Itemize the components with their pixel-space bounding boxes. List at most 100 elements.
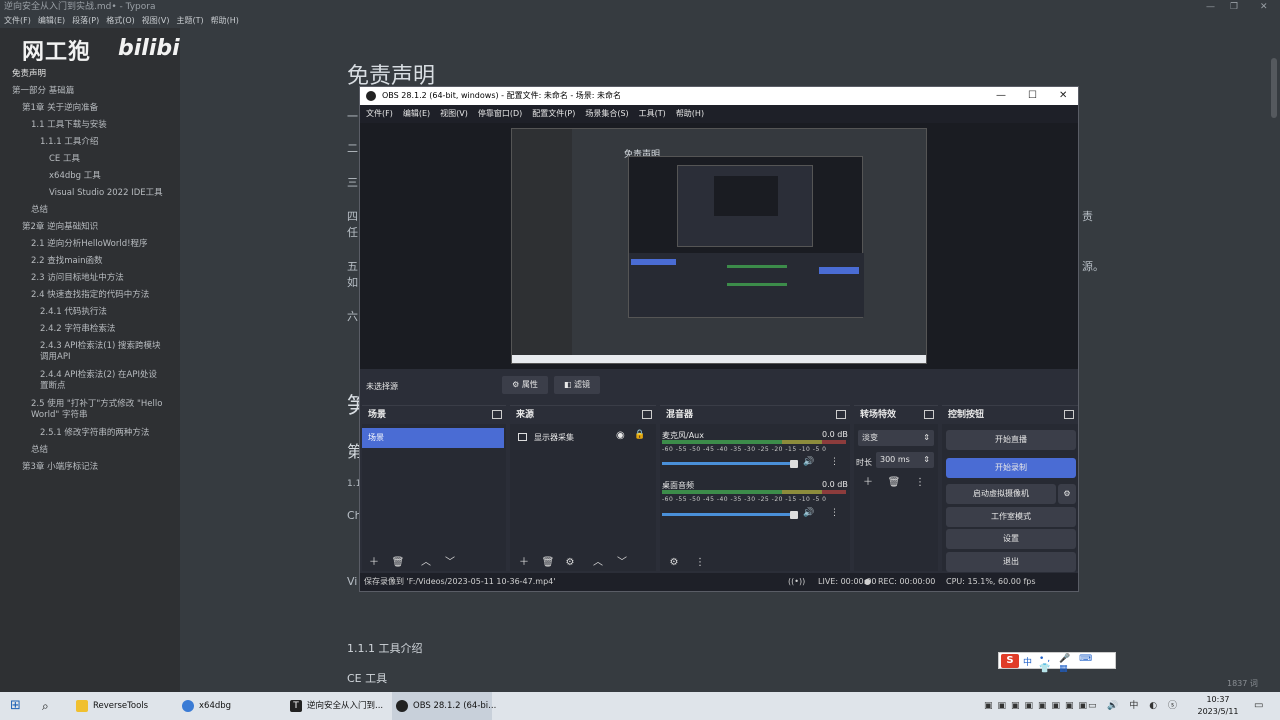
toc-item[interactable]: 第2章 逆向基础知识 <box>22 222 98 233</box>
toc-item[interactable]: 调用API <box>40 352 70 363</box>
obs-menu-help[interactable]: 帮助(H) <box>676 105 704 123</box>
add-icon[interactable]: ＋ <box>366 556 382 570</box>
toc-item[interactable]: 第1章 关于逆向准备 <box>22 103 98 114</box>
minimize-icon[interactable]: — <box>1206 0 1215 14</box>
lock-icon[interactable]: 🔒 <box>634 430 645 440</box>
taskbar-app-typora[interactable]: T 逆向安全从入门到... <box>286 692 384 720</box>
filters-button[interactable]: ◧ 滤镜 <box>554 376 600 394</box>
toc-item[interactable]: 2.5 使用 "打补丁"方式修改 "Hello <box>31 399 162 410</box>
chevron-down-icon[interactable]: ﹀ <box>614 556 630 570</box>
menu-format[interactable]: 格式(O) <box>106 14 135 28</box>
obs-menu-profile[interactable]: 配置文件(P) <box>532 105 575 123</box>
gear-icon[interactable]: ⚙ <box>562 556 578 570</box>
system-tray-icon[interactable]: ▭ 🔊 中 ◐ ⓢ <box>1088 692 1181 720</box>
toc-item[interactable]: 免责声明 <box>12 69 46 80</box>
chevron-up-icon[interactable]: ︿ <box>418 556 434 570</box>
windows-start-icon[interactable]: ⊞ <box>10 692 21 720</box>
ime-mode[interactable]: 中 <box>1023 655 1032 668</box>
search-icon[interactable]: ⌕ <box>42 692 49 720</box>
more-icon[interactable]: ⋮ <box>830 457 839 467</box>
menu-file[interactable]: 文件(F) <box>4 14 31 28</box>
exit-button[interactable]: 退出 <box>946 552 1076 572</box>
start-virtual-camera-button[interactable]: 启动虚拟摄像机 <box>946 484 1056 504</box>
toc-item[interactable]: 2.4.3 API检索法(1) 搜索跨模块 <box>40 341 161 352</box>
add-icon[interactable]: ＋ <box>860 476 876 490</box>
volume-slider[interactable] <box>662 513 796 516</box>
trash-icon[interactable]: 🗑 <box>540 556 556 570</box>
undock-icon[interactable] <box>492 410 502 419</box>
add-icon[interactable]: ＋ <box>516 556 532 570</box>
obs-menu-docks[interactable]: 停靠窗口(D) <box>478 105 522 123</box>
menu-view[interactable]: 视图(V) <box>142 14 170 28</box>
chevron-up-icon[interactable]: ︿ <box>590 556 606 570</box>
toc-item[interactable]: 1.1.1 工具介绍 <box>40 137 98 148</box>
toc-item[interactable]: 置断点 <box>40 381 66 392</box>
editor-scrollbar[interactable] <box>1268 28 1280 692</box>
studio-mode-button[interactable]: 工作室模式 <box>946 507 1076 527</box>
eye-icon[interactable]: ◉ <box>616 430 625 441</box>
gear-icon[interactable]: ⚙ <box>1058 484 1076 504</box>
settings-button[interactable]: 设置 <box>946 529 1076 549</box>
toc-item[interactable]: 第3章 小端序标记法 <box>22 462 98 473</box>
toc-item[interactable]: 总结 <box>31 445 48 456</box>
toc-item[interactable]: x64dbg 工具 <box>49 171 101 182</box>
transition-select[interactable]: 淡变 ⇕ <box>858 430 934 446</box>
clock-date[interactable]: 2023/5/11 <box>1194 707 1242 716</box>
maximize-icon[interactable]: ❐ <box>1230 0 1238 14</box>
more-icon[interactable]: ⋮ <box>830 508 839 518</box>
start-recording-button[interactable]: 开始录制 <box>946 458 1076 478</box>
undock-icon[interactable] <box>1064 410 1074 419</box>
taskbar-app-obs[interactable]: OBS 28.1.2 (64-bi... <box>392 692 496 720</box>
obs-menu-edit[interactable]: 编辑(E) <box>403 105 430 123</box>
toc-item[interactable]: 2.4.2 字符串检索法 <box>40 324 115 335</box>
scene-item[interactable]: 场景 <box>362 428 504 448</box>
start-streaming-button[interactable]: 开始直播 <box>946 430 1076 450</box>
undock-icon[interactable] <box>642 410 652 419</box>
toc-item[interactable]: 2.5.1 修改字符串的两种方法 <box>40 428 149 439</box>
obs-menu-file[interactable]: 文件(F) <box>366 105 393 123</box>
toc-item[interactable]: 2.3 访问目标地址中方法 <box>31 273 124 284</box>
trash-icon[interactable]: 🗑 <box>390 556 406 570</box>
menu-edit[interactable]: 编辑(E) <box>38 14 65 28</box>
properties-button[interactable]: ⚙ 属性 <box>502 376 548 394</box>
speaker-icon[interactable]: 🔊 <box>803 457 814 467</box>
obs-menu-scene-collection[interactable]: 场景集合(S) <box>585 105 628 123</box>
scrollbar-thumb[interactable] <box>1271 58 1277 118</box>
slider-knob[interactable] <box>790 460 798 468</box>
taskbar-app-x64dbg[interactable]: x64dbg <box>178 692 274 720</box>
toc-item[interactable]: CE 工具 <box>49 154 80 165</box>
chevron-down-icon[interactable]: ﹀ <box>442 556 458 570</box>
undock-icon[interactable] <box>924 410 934 419</box>
duration-input[interactable]: 300 ms ⇕ <box>876 452 934 468</box>
toc-item[interactable]: 1.1 工具下载与安装 <box>31 120 107 131</box>
taskbar-app-reversetools[interactable]: ReverseTools <box>72 692 170 720</box>
notification-icon[interactable]: ▭ <box>1254 692 1263 720</box>
toc-item[interactable]: 第一部分 基础篇 <box>12 86 74 97</box>
clock-time[interactable]: 10:37 <box>1196 695 1240 704</box>
trash-icon[interactable]: 🗑 <box>886 476 902 490</box>
preview-canvas[interactable]: 免责声明 <box>511 128 927 364</box>
slider-knob[interactable] <box>790 511 798 519</box>
more-icon[interactable]: ⋮ <box>912 476 928 490</box>
undock-icon[interactable] <box>836 410 846 419</box>
toc-item[interactable]: 2.2 查找main函数 <box>31 256 102 267</box>
toc-item[interactable]: 2.1 逆向分析HelloWorld!程序 <box>31 239 148 250</box>
menu-paragraph[interactable]: 段落(P) <box>72 14 99 28</box>
menu-theme[interactable]: 主题(T) <box>176 14 203 28</box>
maximize-icon[interactable]: ☐ <box>1028 87 1037 105</box>
ime-toolbar[interactable]: S 中 •, 🎤 ⌨ 👕 ▦ <box>998 652 1116 674</box>
minimize-icon[interactable]: — <box>996 87 1006 105</box>
advanced-audio-icon[interactable]: ⚙ <box>666 556 682 570</box>
source-item[interactable]: 显示器采集 <box>534 432 574 443</box>
toc-item[interactable]: Visual Studio 2022 IDE工具 <box>49 188 163 199</box>
more-icon[interactable]: ⋮ <box>692 556 708 570</box>
menu-help[interactable]: 帮助(H) <box>211 14 239 28</box>
toc-item[interactable]: World" 字符串 <box>31 410 87 421</box>
toc-item[interactable]: 2.4.4 API检索法(2) 在API处设 <box>40 370 157 381</box>
volume-slider[interactable] <box>662 462 796 465</box>
ime-tools-icon[interactable]: •, 🎤 ⌨ 👕 ▦ <box>1039 654 1115 674</box>
obs-menu-view[interactable]: 视图(V) <box>440 105 468 123</box>
close-icon[interactable]: ✕ <box>1059 87 1067 105</box>
close-icon[interactable]: ✕ <box>1260 0 1268 14</box>
speaker-icon[interactable]: 🔊 <box>803 508 814 518</box>
